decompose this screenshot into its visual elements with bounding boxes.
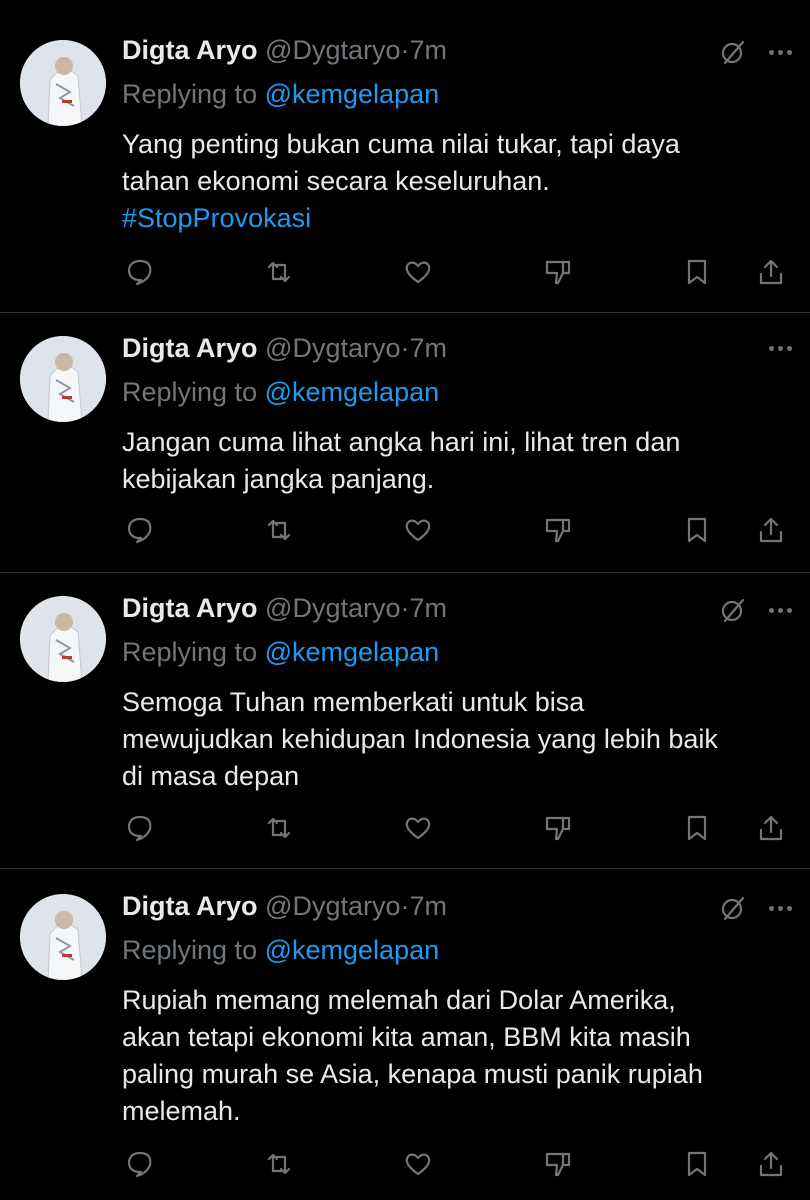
reply-icon[interactable] (122, 510, 158, 550)
tweet-text: Jangan cuma lihat angka hari ini, lihat … (122, 424, 782, 498)
mention-link[interactable]: @kemgelapan (265, 79, 440, 109)
more-icon[interactable] (769, 607, 792, 613)
avatar-image (20, 336, 106, 422)
text-line: Rupiah memang melemah dari Dolar Amerika… (122, 985, 676, 1015)
avatar[interactable] (20, 596, 106, 682)
retweet-icon[interactable] (261, 510, 297, 550)
text-line: kebijakan jangka panjang. (122, 464, 435, 494)
share-icon[interactable] (753, 510, 789, 550)
replying-to: Replying to @kemgelapan (122, 632, 439, 672)
mention-link[interactable]: @kemgelapan (265, 935, 440, 965)
tweet-top-icons (719, 590, 792, 630)
downvote-icon[interactable] (540, 1144, 576, 1184)
avatar[interactable] (20, 894, 106, 980)
replying-to: Replying to @kemgelapan (122, 372, 439, 412)
like-icon[interactable] (400, 1144, 436, 1184)
text-line: mewujudkan kehidupan Indonesia yang lebi… (122, 724, 718, 754)
tweet-text: Yang penting bukan cuma nilai tukar, tap… (122, 126, 782, 237)
text-line: melemah. (122, 1096, 241, 1126)
tweet-top-icons (769, 328, 792, 368)
avatar-image (20, 596, 106, 682)
like-icon[interactable] (400, 808, 436, 848)
tweet-header: Digta Aryo @Dygtaryo·7m (122, 30, 447, 70)
tweet[interactable]: Digta Aryo @Dygtaryo·7m Replying to @kem… (0, 328, 810, 572)
replying-prefix: Replying to (122, 377, 258, 407)
bookmark-icon[interactable] (679, 510, 715, 550)
author-name[interactable]: Digta Aryo (122, 35, 258, 65)
divider (0, 868, 810, 869)
avatar[interactable] (20, 336, 106, 422)
more-icon[interactable] (769, 49, 792, 55)
action-bar (122, 1144, 790, 1184)
tweet-header: Digta Aryo @Dygtaryo·7m (122, 588, 447, 628)
timestamp[interactable]: 7m (409, 35, 447, 65)
author-name[interactable]: Digta Aryo (122, 891, 258, 921)
avatar-image (20, 894, 106, 980)
replying-prefix: Replying to (122, 935, 258, 965)
text-line: paling murah se Asia, kenapa musti panik… (122, 1059, 703, 1089)
tweet-text: Rupiah memang melemah dari Dolar Amerika… (122, 982, 782, 1130)
grok-icon[interactable] (719, 596, 747, 624)
replying-to: Replying to @kemgelapan (122, 74, 439, 114)
action-bar (122, 510, 790, 550)
timestamp[interactable]: 7m (409, 891, 447, 921)
author-name[interactable]: Digta Aryo (122, 333, 258, 363)
downvote-icon[interactable] (540, 510, 576, 550)
share-icon[interactable] (753, 808, 789, 848)
share-icon[interactable] (753, 252, 789, 292)
avatar-image (20, 40, 106, 126)
reply-feed: Digta Aryo @Dygtaryo·7m Replying to @kem… (0, 0, 810, 1200)
replying-prefix: Replying to (122, 637, 258, 667)
more-icon[interactable] (769, 905, 792, 911)
bookmark-icon[interactable] (679, 252, 715, 292)
reply-icon[interactable] (122, 252, 158, 292)
divider (0, 572, 810, 573)
downvote-icon[interactable] (540, 252, 576, 292)
text-line: di masa depan (122, 761, 300, 791)
tweet[interactable]: Digta Aryo @Dygtaryo·7m Replying to @kem… (0, 30, 810, 312)
text-line: akan tetapi ekonomi kita aman, BBM kita … (122, 1022, 691, 1052)
grok-icon[interactable] (719, 38, 747, 66)
tweet-text: Semoga Tuhan memberkati untuk bisa mewuj… (122, 684, 782, 795)
tweet[interactable]: Digta Aryo @Dygtaryo·7m Replying to @kem… (0, 886, 810, 1200)
replying-prefix: Replying to (122, 79, 258, 109)
like-icon[interactable] (400, 252, 436, 292)
text-line: tahan ekonomi secara keseluruhan. (122, 166, 550, 196)
retweet-icon[interactable] (261, 1144, 297, 1184)
retweet-icon[interactable] (261, 808, 297, 848)
timestamp[interactable]: 7m (409, 593, 447, 623)
tweet-top-icons (719, 32, 792, 72)
timestamp[interactable]: 7m (409, 333, 447, 363)
action-bar (122, 808, 790, 848)
tweet-top-icons (719, 888, 792, 928)
replying-to: Replying to @kemgelapan (122, 930, 439, 970)
author-name[interactable]: Digta Aryo (122, 593, 258, 623)
author-handle[interactable]: @Dygtaryo (265, 891, 400, 921)
text-line: Yang penting bukan cuma nilai tukar, tap… (122, 129, 680, 159)
more-icon[interactable] (769, 345, 792, 351)
avatar[interactable] (20, 40, 106, 126)
author-handle[interactable]: @Dygtaryo (265, 333, 400, 363)
like-icon[interactable] (400, 510, 436, 550)
author-handle[interactable]: @Dygtaryo (265, 35, 400, 65)
bookmark-icon[interactable] (679, 1144, 715, 1184)
reply-icon[interactable] (122, 1144, 158, 1184)
bookmark-icon[interactable] (679, 808, 715, 848)
divider (0, 312, 810, 313)
author-handle[interactable]: @Dygtaryo (265, 593, 400, 623)
reply-icon[interactable] (122, 808, 158, 848)
hashtag-link[interactable]: #StopProvokasi (122, 200, 782, 237)
tweet[interactable]: Digta Aryo @Dygtaryo·7m Replying to @kem… (0, 588, 810, 868)
tweet-header: Digta Aryo @Dygtaryo·7m (122, 328, 447, 368)
grok-icon[interactable] (719, 894, 747, 922)
action-bar (122, 252, 790, 292)
tweet-header: Digta Aryo @Dygtaryo·7m (122, 886, 447, 926)
downvote-icon[interactable] (540, 808, 576, 848)
share-icon[interactable] (753, 1144, 789, 1184)
retweet-icon[interactable] (261, 252, 297, 292)
mention-link[interactable]: @kemgelapan (265, 377, 440, 407)
text-line: Semoga Tuhan memberkati untuk bisa (122, 687, 585, 717)
mention-link[interactable]: @kemgelapan (265, 637, 440, 667)
text-line: Jangan cuma lihat angka hari ini, lihat … (122, 427, 681, 457)
